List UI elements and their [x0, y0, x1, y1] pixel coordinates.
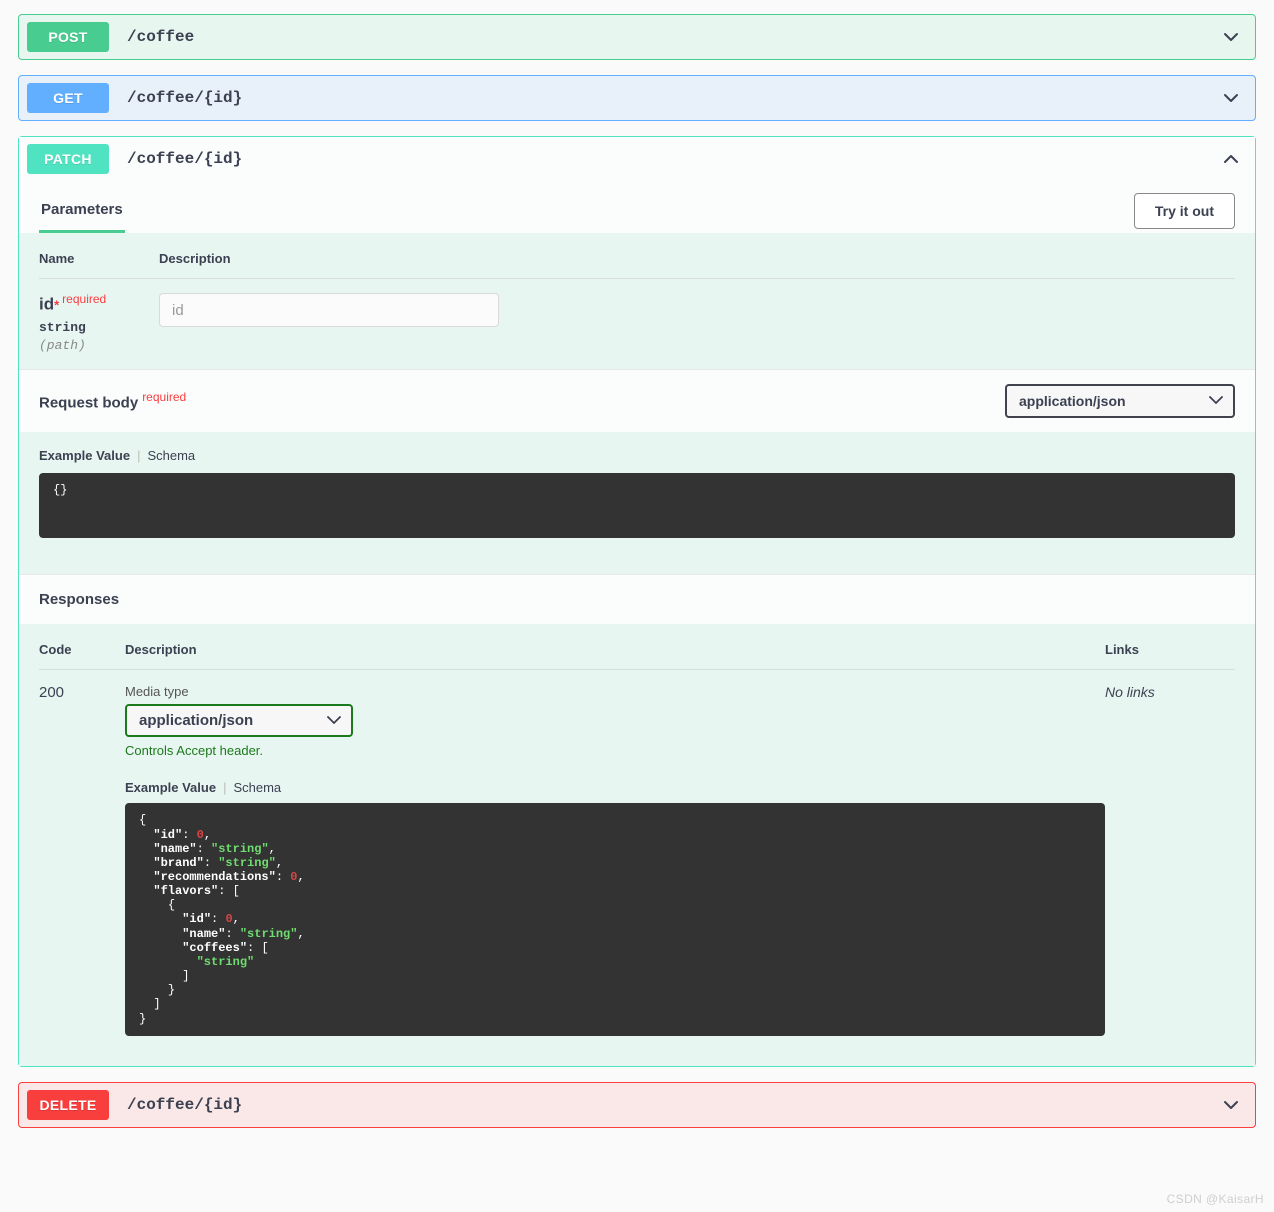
tab-schema[interactable]: Schema	[233, 780, 281, 795]
chevron-down-icon[interactable]	[1221, 27, 1241, 47]
tab-example-value[interactable]: Example Value	[125, 780, 216, 795]
watermark-text: CSDN @KaisarH	[1166, 1192, 1264, 1206]
method-badge-delete: DELETE	[27, 1089, 109, 1120]
responses-section: Code Description Links 200 Media type ap…	[19, 624, 1255, 1066]
operation-path-get: /coffee/{id}	[127, 89, 243, 107]
required-star-icon: *	[54, 297, 60, 313]
request-body-required-label: required	[142, 390, 187, 405]
operation-path-patch: /coffee/{id}	[127, 150, 243, 168]
chevron-down-icon[interactable]	[1221, 1095, 1241, 1115]
operation-header-patch[interactable]: PATCH /coffee/{id}	[19, 137, 1255, 181]
response-description-cell: Media type application/json Controls Acc…	[125, 670, 1105, 1036]
parameter-location: (path)	[39, 338, 86, 354]
table-row: id* required string (path)	[39, 279, 1235, 354]
chevron-down-icon[interactable]	[1221, 88, 1241, 108]
tab-schema[interactable]: Schema	[147, 448, 195, 463]
method-badge-get: GET	[27, 83, 109, 113]
responses-table: Code Description Links 200 Media type ap…	[39, 642, 1235, 1036]
response-media-type-select[interactable]: application/json	[125, 704, 353, 738]
no-links-text: No links	[1105, 684, 1155, 701]
request-content-type-select[interactable]: application/json	[1005, 384, 1235, 419]
parameter-name-cell: id* required string (path)	[39, 279, 159, 354]
media-type-wrap: application/json	[125, 704, 353, 738]
method-badge-patch: PATCH	[27, 144, 109, 174]
column-header-links: Links	[1105, 642, 1235, 671]
responses-table-header-row: Code Description Links	[39, 642, 1235, 671]
parameter-description-cell	[159, 279, 1235, 354]
tab-divider: |	[223, 780, 227, 796]
responses-header: Responses	[19, 574, 1255, 625]
accept-header-hint: Controls Accept header.	[125, 743, 264, 759]
request-example-tabs: Example Value | Schema	[39, 448, 1235, 463]
table-row: 200 Media type application/json Controls…	[39, 670, 1235, 1036]
request-body-title-group: Request body required	[39, 390, 186, 412]
swagger-ui-page: POST /coffee GET /coffee/{id} PATCH /cof…	[0, 0, 1274, 1212]
column-header-description: Description	[159, 251, 1235, 279]
response-code-cell: 200	[39, 670, 125, 1036]
method-badge-post: POST	[27, 22, 109, 52]
operation-header-delete[interactable]: DELETE /coffee/{id}	[19, 1083, 1255, 1127]
operation-body-patch: Parameters Try it out Name Description i…	[19, 181, 1255, 1066]
try-it-out-button[interactable]: Try it out	[1133, 193, 1235, 229]
operation-block-post[interactable]: POST /coffee	[18, 14, 1256, 60]
required-label: required	[62, 292, 107, 306]
request-body-title: Request body	[39, 394, 139, 412]
column-header-code: Code	[39, 642, 125, 671]
response-example-code: { "id": 0, "name": "string", "brand": "s…	[125, 803, 1105, 1036]
operation-path-delete: /coffee/{id}	[127, 1095, 243, 1114]
parameters-section: Name Description id* required string (pat…	[19, 233, 1255, 370]
chevron-up-icon[interactable]	[1221, 149, 1241, 169]
operation-header-post[interactable]: POST /coffee	[19, 15, 1255, 59]
request-body-header: Request body required application/json	[19, 369, 1255, 433]
parameter-id-input[interactable]	[159, 293, 499, 327]
operation-header-get[interactable]: GET /coffee/{id}	[19, 76, 1255, 120]
column-header-description: Description	[125, 642, 1105, 671]
tab-divider: |	[137, 448, 141, 464]
response-example-tabs: Example Value | Schema	[125, 780, 1105, 795]
request-example-section: Example Value | Schema {}	[19, 432, 1255, 575]
media-type-label: Media type	[125, 684, 189, 700]
parameter-type: string	[39, 320, 86, 336]
parameters-table-header-row: Name Description	[39, 251, 1235, 279]
operation-path-post: /coffee	[127, 28, 195, 46]
parameters-tabs-row: Parameters Try it out	[19, 181, 1255, 233]
operation-block-get[interactable]: GET /coffee/{id}	[18, 75, 1256, 121]
column-header-name: Name	[39, 251, 159, 279]
parameter-name: id* required	[39, 292, 107, 314]
response-code: 200	[39, 684, 65, 702]
operation-block-delete[interactable]: DELETE /coffee/{id}	[18, 1081, 1256, 1128]
operation-block-patch[interactable]: PATCH /coffee/{id} Parameters Try it out…	[18, 136, 1256, 1067]
tab-example-value[interactable]: Example Value	[39, 448, 130, 463]
response-links-cell: No links	[1105, 670, 1235, 1036]
request-content-type-wrap: application/json	[1005, 384, 1235, 419]
tab-parameters[interactable]: Parameters	[39, 197, 125, 233]
request-example-code: {}	[39, 473, 1235, 539]
parameters-table: Name Description id* required string (pat…	[39, 251, 1235, 353]
